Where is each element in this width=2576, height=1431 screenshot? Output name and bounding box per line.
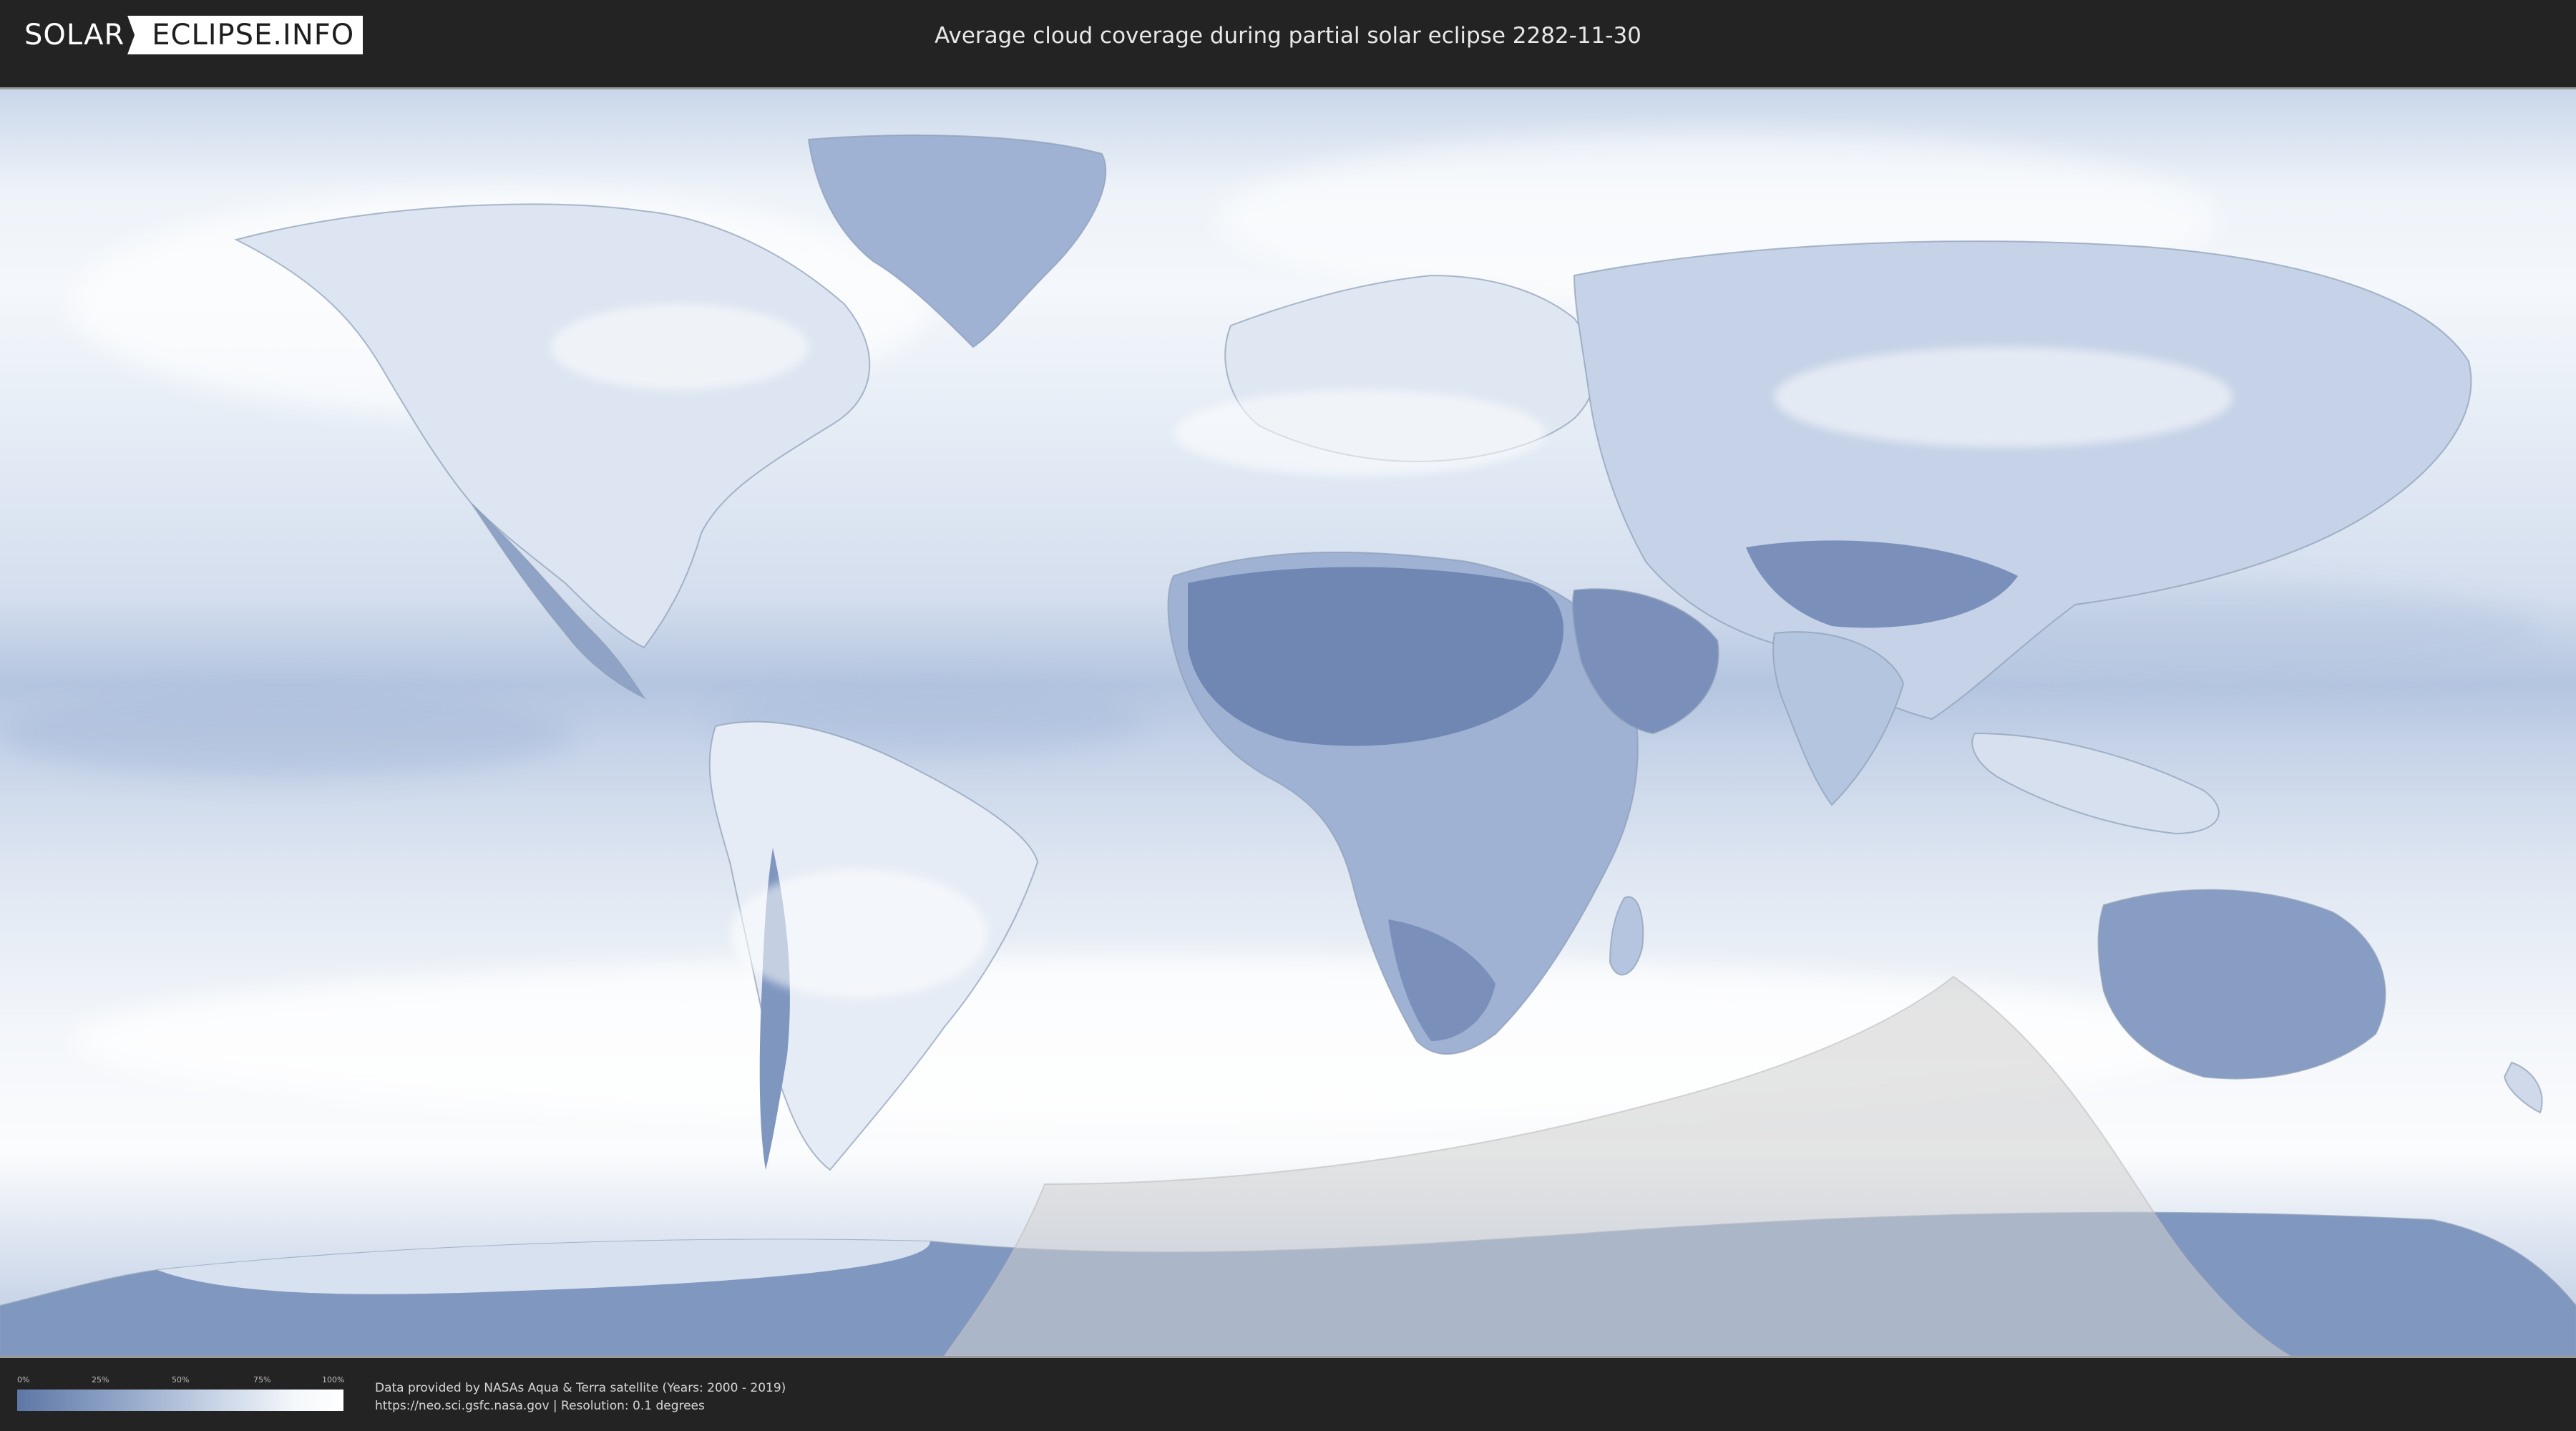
legend-tick-25: 25%: [92, 1375, 109, 1384]
world-map-svg: [0, 89, 2576, 1356]
legend-tick-75: 75%: [253, 1375, 271, 1384]
legend-tick-50: 50%: [172, 1375, 190, 1384]
page-title: Average cloud coverage during partial so…: [935, 23, 1641, 49]
legend-tick-100: 100%: [322, 1375, 345, 1384]
cloud-coverage-map[interactable]: [0, 87, 2576, 1358]
legend-gradient-bar: [17, 1390, 343, 1411]
data-credits: Data provided by NASAs Aqua & Terra sate…: [375, 1379, 786, 1415]
legend-tick-labels: 0% 25% 50% 75% 100%: [17, 1375, 345, 1385]
legend-tick-0: 0%: [17, 1375, 30, 1384]
cloud-coverage-legend: 0% 25% 50% 75% 100%: [17, 1375, 345, 1415]
credit-line: Data provided by NASAs Aqua & Terra sate…: [375, 1381, 786, 1395]
source-line[interactable]: https://neo.sci.gsfc.nasa.gov | Resoluti…: [375, 1397, 786, 1415]
header-bar: SOLAR ECLIPSE.INFO Average cloud coverag…: [0, 0, 2576, 72]
